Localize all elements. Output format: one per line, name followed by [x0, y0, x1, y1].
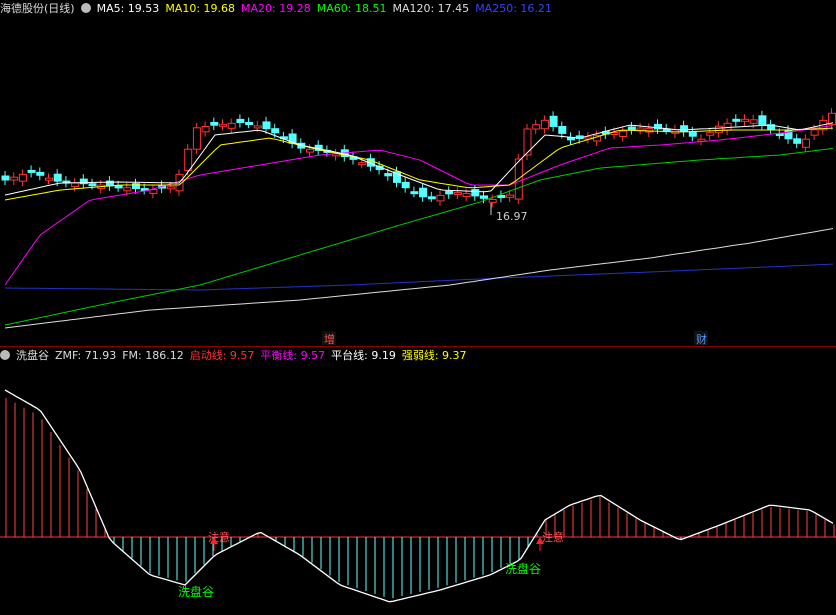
candle-body: [758, 115, 767, 126]
histogram-bars: [5, 397, 835, 599]
candle-body: [166, 186, 175, 190]
candle-body: [88, 183, 97, 187]
candle-body: [271, 128, 280, 134]
candle-body: [688, 131, 697, 137]
event-label-cai: 财: [696, 332, 707, 346]
attention-label-2: 注意: [542, 530, 564, 544]
candle-body: [453, 191, 462, 195]
candle-body: [793, 138, 802, 144]
candle-body: [480, 195, 488, 199]
candle-body: [540, 119, 549, 130]
candle-body: [36, 171, 45, 176]
ma120-line: [4, 228, 834, 329]
candlesticks: [1, 108, 836, 208]
candle-body: [532, 124, 541, 130]
candle-body: [71, 182, 80, 187]
candle-body: [227, 122, 236, 129]
candle-body: [18, 173, 27, 182]
ma250-line: [4, 263, 834, 291]
candle-body: [192, 127, 201, 150]
candle-body: [1, 175, 10, 181]
candle-body: [636, 127, 645, 131]
ma60-line: [4, 147, 834, 326]
zmf-curve: [4, 389, 834, 603]
candle-body: [45, 177, 53, 181]
candle-body: [384, 173, 393, 177]
stock-chart[interactable]: 16.97 增 财 注意 注意 洗盘谷 洗盘谷: [0, 0, 836, 615]
candle-body: [201, 126, 210, 133]
candle-body: [506, 194, 515, 198]
candle-body: [53, 173, 62, 182]
candle-body: [401, 181, 410, 189]
candle-body: [210, 122, 219, 126]
candle-body: [558, 126, 567, 134]
candle-body: [219, 123, 227, 127]
candle-body: [488, 199, 497, 203]
candle-body: [184, 148, 193, 171]
candle-body: [27, 169, 36, 173]
candle-body: [497, 195, 506, 198]
candle-body: [132, 183, 140, 190]
candle-body: [471, 189, 480, 197]
candle-body: [306, 148, 314, 153]
candle-body: [749, 119, 758, 124]
candle-body: [723, 122, 732, 131]
candle-body: [732, 118, 741, 122]
candle-body: [236, 118, 245, 124]
candle-body: [680, 125, 689, 133]
candle-body: [549, 115, 558, 128]
candle-body: [801, 138, 810, 148]
candle-body: [741, 118, 749, 122]
low-marker: 16.97: [496, 210, 528, 223]
candle-body: [706, 132, 715, 136]
candle-body: [245, 122, 254, 125]
ma20-line: [4, 125, 834, 286]
candle-body: [619, 130, 628, 137]
candle-body: [427, 196, 436, 200]
candle-body: [714, 125, 723, 134]
candle-body: [114, 185, 123, 189]
candle-body: [462, 193, 471, 197]
candle-body: [410, 191, 419, 195]
candle-body: [262, 121, 271, 130]
valley-label-2: 洗盘谷: [505, 561, 541, 576]
candle-body: [10, 176, 19, 181]
candle-body: [627, 126, 636, 130]
candle-body: [123, 187, 132, 192]
candle-body: [358, 162, 367, 166]
candle-body: [436, 194, 445, 202]
candle-body: [253, 125, 262, 129]
event-label-zeng: 增: [324, 332, 335, 346]
candle-body: [523, 128, 532, 156]
valley-label-1: 洗盘谷: [178, 584, 214, 599]
candle-body: [445, 190, 454, 195]
candle-body: [419, 187, 428, 198]
candle-body: [810, 129, 819, 136]
